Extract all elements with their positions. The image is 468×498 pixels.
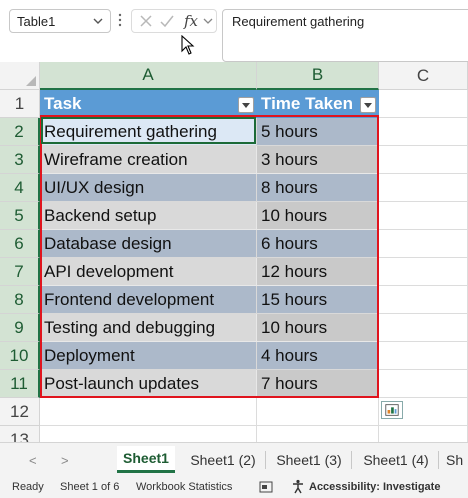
filter-dropdown-icon[interactable]: [360, 97, 376, 113]
row-header-5[interactable]: 5: [0, 202, 40, 230]
cell-task[interactable]: Wireframe creation: [40, 146, 257, 174]
tab-separator: [438, 451, 439, 469]
header-label: Time Taken: [261, 93, 353, 113]
cell-task[interactable]: UI/UX design: [40, 174, 257, 202]
workbook-statistics-button[interactable]: Workbook Statistics: [136, 481, 232, 493]
column-header-b[interactable]: B: [257, 62, 379, 90]
select-all-corner[interactable]: [0, 62, 40, 90]
cell-empty[interactable]: [40, 398, 257, 426]
formula-bar-area: Table1 fx Requirement gathering: [0, 0, 468, 62]
cell-task[interactable]: Frontend development: [40, 286, 257, 314]
cell-task[interactable]: Backend setup: [40, 202, 257, 230]
tab-sheet1-4[interactable]: Sheet1 (4): [357, 446, 435, 473]
cell-empty[interactable]: [379, 286, 468, 314]
table-header-task[interactable]: Task: [40, 90, 257, 118]
row-header-13[interactable]: 13: [0, 426, 40, 442]
row-header-8[interactable]: 8: [0, 286, 40, 314]
cell-c1[interactable]: [379, 90, 468, 118]
row-header-11[interactable]: 11: [0, 370, 40, 398]
row-header-1[interactable]: 1: [0, 90, 40, 118]
formula-input[interactable]: Requirement gathering: [222, 9, 468, 62]
cancel-icon[interactable]: [138, 13, 154, 29]
cell-empty[interactable]: [379, 174, 468, 202]
cell-empty[interactable]: [379, 370, 468, 398]
cell-empty[interactable]: [379, 314, 468, 342]
cell-time[interactable]: 7 hours: [257, 370, 379, 398]
tab-separator: [351, 451, 352, 469]
tab-scroll-left-icon[interactable]: <: [29, 453, 37, 468]
tab-sheet1[interactable]: Sheet1: [117, 446, 175, 473]
tab-separator: [265, 451, 266, 469]
cell-time[interactable]: 3 hours: [257, 146, 379, 174]
spreadsheet-grid: A B C 1 2 3 4 5 6 7 8 9 10 11 12 13 Task…: [0, 62, 468, 442]
row-header-9[interactable]: 9: [0, 314, 40, 342]
cell-time[interactable]: 5 hours: [257, 118, 379, 146]
mouse-cursor-icon: [181, 35, 195, 55]
row-header-10[interactable]: 10: [0, 342, 40, 370]
more-options-icon[interactable]: [117, 11, 123, 29]
cell-time[interactable]: 8 hours: [257, 174, 379, 202]
cell-empty[interactable]: [379, 202, 468, 230]
row-header-2[interactable]: 2: [0, 118, 40, 146]
row-header-7[interactable]: 7: [0, 258, 40, 286]
row-header-3[interactable]: 3: [0, 146, 40, 174]
chevron-down-icon[interactable]: [92, 14, 104, 28]
tab-sheet1-3[interactable]: Sheet1 (3): [270, 446, 348, 473]
tab-sheet-truncated[interactable]: Sh: [446, 446, 468, 473]
cell-time[interactable]: 4 hours: [257, 342, 379, 370]
cell-empty[interactable]: [257, 398, 379, 426]
cell-empty[interactable]: [379, 146, 468, 174]
cell-task[interactable]: API development: [40, 258, 257, 286]
column-header-a[interactable]: A: [40, 62, 257, 90]
cell-empty[interactable]: [257, 426, 379, 442]
enter-check-icon[interactable]: [159, 13, 175, 29]
cell-time[interactable]: 15 hours: [257, 286, 379, 314]
cell-empty[interactable]: [379, 342, 468, 370]
sheet-position: Sheet 1 of 6: [60, 481, 120, 493]
macro-recording-icon[interactable]: [259, 480, 273, 493]
cell-time[interactable]: 10 hours: [257, 314, 379, 342]
insert-function-icon[interactable]: fx: [184, 12, 198, 30]
tab-sheet1-2[interactable]: Sheet1 (2): [184, 446, 262, 473]
cell-time[interactable]: 10 hours: [257, 202, 379, 230]
row-header-6[interactable]: 6: [0, 230, 40, 258]
row-header-4[interactable]: 4: [0, 174, 40, 202]
cell-task[interactable]: Requirement gathering: [40, 118, 257, 146]
cell-task[interactable]: Post-launch updates: [40, 370, 257, 398]
status-bar: Ready Sheet 1 of 6 Workbook Statistics A…: [0, 476, 468, 498]
table-header-time-taken[interactable]: Time Taken: [257, 90, 379, 118]
cell-time[interactable]: 6 hours: [257, 230, 379, 258]
cell-empty[interactable]: [379, 118, 468, 146]
sheet-tabs-bar: < > Sheet1 Sheet1 (2) Sheet1 (3) Sheet1 …: [0, 442, 468, 476]
filter-dropdown-icon[interactable]: [238, 97, 254, 113]
header-label: Task: [44, 93, 82, 113]
accessibility-status[interactable]: Accessibility: Investigate: [309, 481, 440, 493]
tab-scroll-right-icon[interactable]: >: [61, 453, 69, 468]
chevron-down-icon[interactable]: [202, 15, 214, 27]
formula-buttons: fx: [131, 9, 217, 33]
cell-task[interactable]: Testing and debugging: [40, 314, 257, 342]
status-mode: Ready: [12, 481, 44, 493]
cell-empty[interactable]: [379, 258, 468, 286]
cell-task[interactable]: Deployment: [40, 342, 257, 370]
accessibility-icon[interactable]: [291, 479, 305, 494]
cell-empty[interactable]: [379, 230, 468, 258]
cell-empty[interactable]: [40, 426, 257, 442]
name-box-value: Table1: [17, 14, 56, 29]
cell-task[interactable]: Database design: [40, 230, 257, 258]
name-box[interactable]: Table1: [9, 9, 111, 33]
column-header-c[interactable]: C: [379, 62, 468, 90]
row-header-12[interactable]: 12: [0, 398, 40, 426]
formula-input-value: Requirement gathering: [232, 14, 365, 29]
cell-time[interactable]: 12 hours: [257, 258, 379, 286]
quick-analysis-icon[interactable]: [381, 401, 403, 419]
cell-empty[interactable]: [379, 426, 468, 442]
